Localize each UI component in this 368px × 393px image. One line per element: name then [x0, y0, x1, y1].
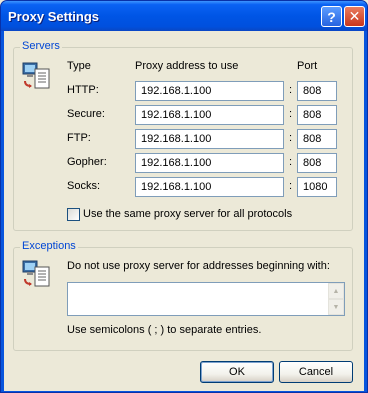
gopher-port-input[interactable]: 808 [297, 153, 337, 173]
ok-button[interactable]: OK [200, 361, 274, 383]
same-proxy-checkbox[interactable] [67, 208, 80, 221]
address-column-header: Proxy address to use [135, 60, 239, 72]
same-proxy-label[interactable]: Use the same proxy server for all protoc… [83, 208, 292, 220]
gopher-separator: : [289, 156, 293, 168]
ftp-label: FTP: [67, 132, 91, 144]
http-port-input[interactable]: 808 [297, 81, 337, 101]
secure-port-input[interactable]: 808 [297, 105, 337, 125]
http-label: HTTP: [67, 84, 99, 96]
close-button[interactable]: ✕ [344, 6, 365, 27]
exceptions-prompt: Do not use proxy server for addresses be… [67, 260, 330, 272]
socks-separator: : [289, 180, 293, 192]
ftp-separator: : [289, 132, 293, 144]
socks-port-input[interactable]: 1080 [297, 177, 337, 197]
ftp-address-input[interactable]: 192.168.1.100 [135, 129, 284, 149]
secure-separator: : [289, 108, 293, 120]
proxy-settings-dialog: Proxy Settings ? ✕ Servers Type Proxy ad… [0, 0, 368, 393]
cancel-button[interactable]: Cancel [279, 361, 353, 383]
scroll-down-arrow-icon[interactable]: ▼ [328, 299, 344, 315]
title-bar[interactable]: Proxy Settings ? ✕ [1, 1, 367, 31]
secure-address-input[interactable]: 192.168.1.100 [135, 105, 284, 125]
gopher-address-input[interactable]: 192.168.1.100 [135, 153, 284, 173]
http-separator: : [289, 84, 293, 96]
port-column-header: Port [297, 60, 318, 72]
exceptions-textarea[interactable]: ▲ ▼ [67, 282, 345, 316]
exceptions-group-label: Exceptions [20, 240, 78, 252]
secure-label: Secure: [67, 108, 105, 120]
network-settings-icon [22, 62, 50, 89]
servers-group-label: Servers [20, 40, 62, 52]
dialog-title: Proxy Settings [8, 9, 100, 24]
scroll-up-arrow-icon[interactable]: ▲ [328, 283, 344, 299]
socks-address-input[interactable]: 192.168.1.100 [135, 177, 284, 197]
dialog-body: Servers Type Proxy address to use Port H… [4, 31, 364, 391]
socks-label: Socks: [67, 180, 101, 192]
exceptions-network-icon [22, 260, 50, 287]
ftp-port-input[interactable]: 808 [297, 129, 337, 149]
help-button[interactable]: ? [321, 6, 342, 27]
gopher-label: Gopher: [67, 156, 107, 168]
type-column-header: Type [67, 60, 91, 72]
exceptions-hint: Use semicolons ( ; ) to separate entries… [67, 324, 262, 336]
http-address-input[interactable]: 192.168.1.100 [135, 81, 284, 101]
